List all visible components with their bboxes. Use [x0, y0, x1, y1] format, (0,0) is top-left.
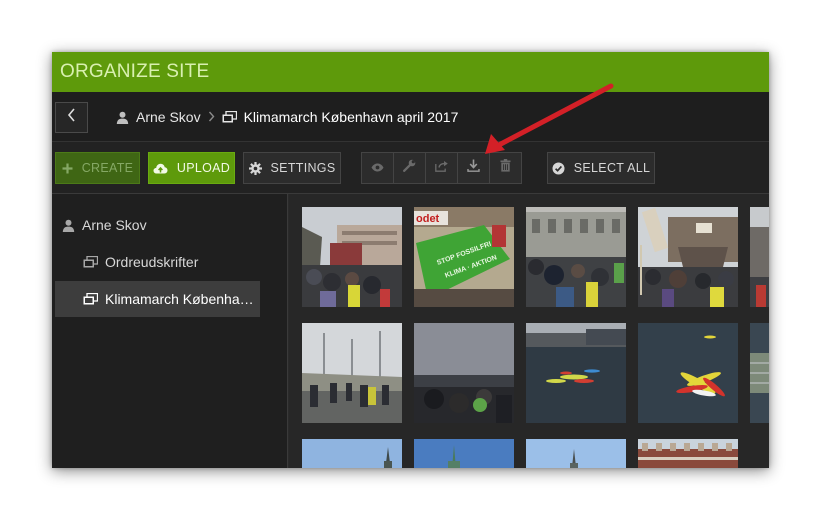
photo-thumbnail[interactable]	[750, 207, 769, 307]
photo-thumbnail[interactable]	[414, 323, 514, 423]
organize-site-window: ORGANIZE SITE Arne Skov Klimamarch Køben	[52, 52, 769, 468]
plus-icon	[62, 163, 73, 174]
settings-button[interactable]: SETTINGS	[243, 152, 341, 184]
toolbar: CREATE UPLOAD SETTINGS SELECT ALL	[52, 142, 769, 194]
user-icon	[116, 111, 129, 124]
item-actions-group	[361, 152, 522, 184]
album-icon	[222, 111, 237, 123]
album-icon	[83, 293, 98, 305]
breadcrumb-label: Arne Skov	[136, 109, 201, 125]
album-icon	[83, 256, 98, 268]
photo-thumbnail[interactable]	[638, 439, 738, 468]
create-button[interactable]: CREATE	[55, 152, 140, 184]
breadcrumb: Arne Skov Klimamarch København april 201…	[116, 92, 458, 142]
wrench-icon	[403, 159, 416, 177]
upload-label: UPLOAD	[176, 161, 231, 175]
gear-icon	[248, 161, 262, 175]
share-icon	[434, 159, 449, 177]
chevron-right-icon	[208, 110, 215, 125]
settings-label: SETTINGS	[270, 161, 336, 175]
photo-thumbnail[interactable]	[638, 207, 738, 307]
photo-thumbnail[interactable]	[302, 439, 402, 468]
photo-thumbnail[interactable]	[302, 323, 402, 423]
upload-button[interactable]: UPLOAD	[148, 152, 235, 184]
sidebar-item-arne-skov[interactable]: Arne Skov	[62, 207, 147, 243]
chevron-left-icon	[67, 108, 77, 127]
view-button[interactable]	[361, 152, 394, 184]
share-button[interactable]	[425, 152, 458, 184]
breadcrumb-label: Klimamarch København april 2017	[243, 109, 459, 125]
window-title: ORGANIZE SITE	[52, 52, 769, 92]
sidebar-item-klimamarch[interactable]: Klimamarch Københav…	[55, 281, 260, 317]
photo-thumbnail[interactable]	[750, 323, 769, 423]
delete-button[interactable]	[489, 152, 522, 184]
photo-thumbnail[interactable]	[638, 323, 738, 423]
svg-text:odet: odet	[416, 213, 440, 225]
edit-button[interactable]	[393, 152, 426, 184]
download-icon	[467, 159, 480, 177]
breadcrumb-item-user[interactable]: Arne Skov	[116, 109, 201, 125]
breadcrumb-item-album[interactable]: Klimamarch København april 2017	[222, 109, 459, 125]
photo-thumbnail[interactable]: odet STOP FOSSILFRI KLIMA · AKTION	[414, 207, 514, 307]
eye-icon	[371, 159, 384, 177]
sidebar-item-label: Ordreudskrifter	[105, 254, 199, 270]
select-all-label: SELECT ALL	[573, 161, 651, 175]
back-button[interactable]	[55, 102, 88, 133]
user-icon	[62, 219, 75, 232]
sidebar-item-label: Klimamarch Københav…	[105, 291, 255, 307]
sidebar-item-label: Arne Skov	[82, 217, 147, 233]
photo-thumbnail[interactable]	[414, 439, 514, 468]
check-circle-icon	[552, 162, 565, 175]
cloud-upload-icon	[153, 163, 168, 174]
photo-thumbnail[interactable]	[526, 207, 626, 307]
photo-grid: odet STOP FOSSILFRI KLIMA · AKTION	[289, 194, 769, 468]
select-all-button[interactable]: SELECT ALL	[547, 152, 655, 184]
download-button[interactable]	[457, 152, 490, 184]
create-label: CREATE	[81, 161, 134, 175]
photo-thumbnail[interactable]	[526, 439, 626, 468]
sidebar-item-ordreudskrifter[interactable]: Ordreudskrifter	[83, 244, 198, 280]
photo-thumbnail[interactable]	[526, 323, 626, 423]
trash-icon	[500, 159, 511, 177]
photo-thumbnail[interactable]	[302, 207, 402, 307]
breadcrumb-bar: Arne Skov Klimamarch København april 201…	[52, 92, 769, 142]
sidebar: Arne Skov Ordreudskrifter Klimamarch Køb…	[52, 194, 288, 468]
